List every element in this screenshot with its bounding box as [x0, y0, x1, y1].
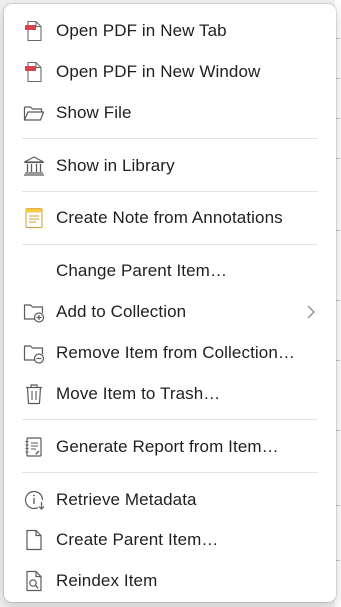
menu-item-label: Open PDF in New Window — [56, 62, 261, 81]
library-icon — [22, 154, 46, 178]
chevron-right-icon — [304, 303, 318, 321]
menu-item-move-to-trash[interactable]: Move Item to Trash… — [12, 376, 328, 412]
menu-separator — [22, 472, 318, 473]
menu-item-retrieve-metadata[interactable]: Retrieve Metadata — [12, 482, 328, 518]
menu-separator — [22, 419, 318, 420]
menu-item-label: Move Item to Trash… — [56, 384, 221, 403]
menu-item-open-pdf-new-tab[interactable]: Open PDF in New Tab — [12, 13, 328, 49]
pdf-file-icon — [22, 19, 46, 43]
menu-item-label: Add to Collection — [56, 302, 187, 321]
menu-item-create-note-from-annotations[interactable]: Create Note from Annotations — [12, 200, 328, 236]
menu-item-label: Change Parent Item… — [56, 261, 228, 280]
menu-item-label: Create Note from Annotations — [56, 208, 283, 227]
folder-remove-icon — [22, 341, 46, 365]
menu-item-label: Open PDF in New Tab — [56, 21, 227, 40]
menu-item-reindex-item[interactable]: Reindex Item — [12, 563, 328, 599]
pdf-file-icon — [22, 60, 46, 84]
menu-item-add-to-collection[interactable]: Add to Collection — [12, 294, 328, 330]
folder-open-icon — [22, 101, 46, 125]
menu-separator — [22, 138, 318, 139]
note-icon — [22, 206, 46, 230]
menu-item-remove-from-collection[interactable]: Remove Item from Collection… — [12, 335, 328, 371]
retrieve-metadata-icon — [22, 488, 46, 512]
menu-item-label: Create Parent Item… — [56, 530, 219, 549]
menu-item-label: Reindex Item — [56, 571, 158, 590]
menu-item-create-parent-item[interactable]: Create Parent Item… — [12, 522, 328, 558]
menu-item-open-pdf-new-window[interactable]: Open PDF in New Window — [12, 54, 328, 90]
menu-item-generate-report[interactable]: Generate Report from Item… — [12, 429, 328, 465]
menu-item-label: Show in Library — [56, 156, 175, 175]
menu-item-show-file[interactable]: Show File — [12, 95, 328, 131]
menu-item-change-parent-item[interactable]: Change Parent Item… — [12, 253, 328, 289]
folder-add-icon — [22, 300, 46, 324]
menu-item-label: Generate Report from Item… — [56, 437, 279, 456]
trash-icon — [22, 382, 46, 406]
menu-item-label: Retrieve Metadata — [56, 490, 197, 509]
document-icon — [22, 528, 46, 552]
report-icon — [22, 435, 46, 459]
menu-item-label: Show File — [56, 103, 132, 122]
menu-separator — [22, 191, 318, 192]
reindex-icon — [22, 569, 46, 593]
menu-item-show-in-library[interactable]: Show in Library — [12, 148, 328, 184]
context-menu: Open PDF in New Tab Open PDF in New Wind… — [4, 4, 336, 602]
menu-item-label: Remove Item from Collection… — [56, 343, 295, 362]
menu-separator — [22, 244, 318, 245]
